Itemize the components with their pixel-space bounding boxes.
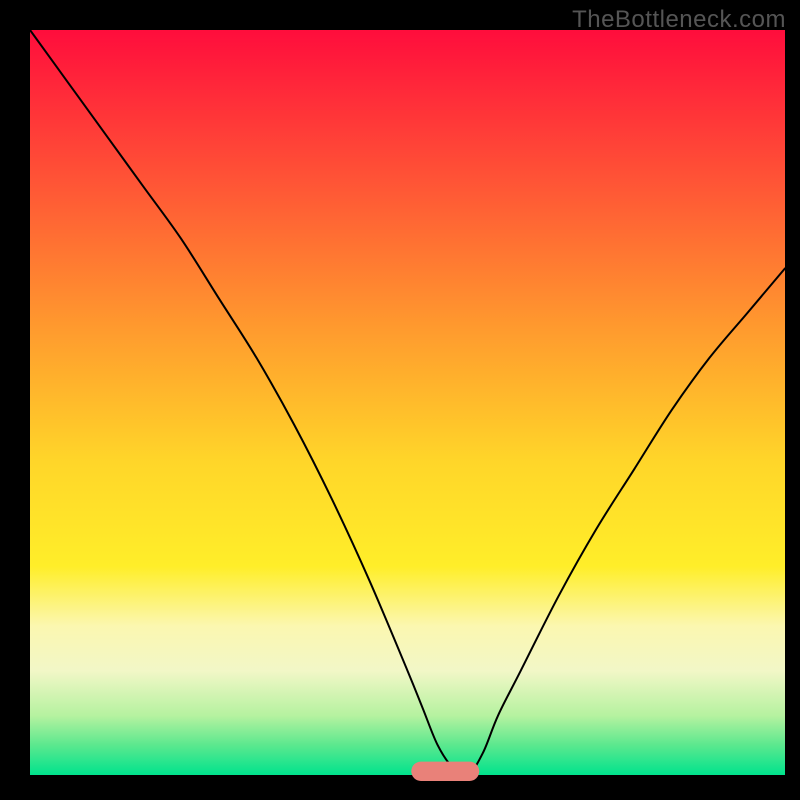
bottleneck-chart: TheBottleneck.com [0, 0, 800, 800]
optimal-zone-marker [411, 762, 479, 781]
watermark-text: TheBottleneck.com [572, 6, 786, 34]
chart-plot-svg [0, 0, 800, 800]
plot-background [30, 30, 785, 775]
